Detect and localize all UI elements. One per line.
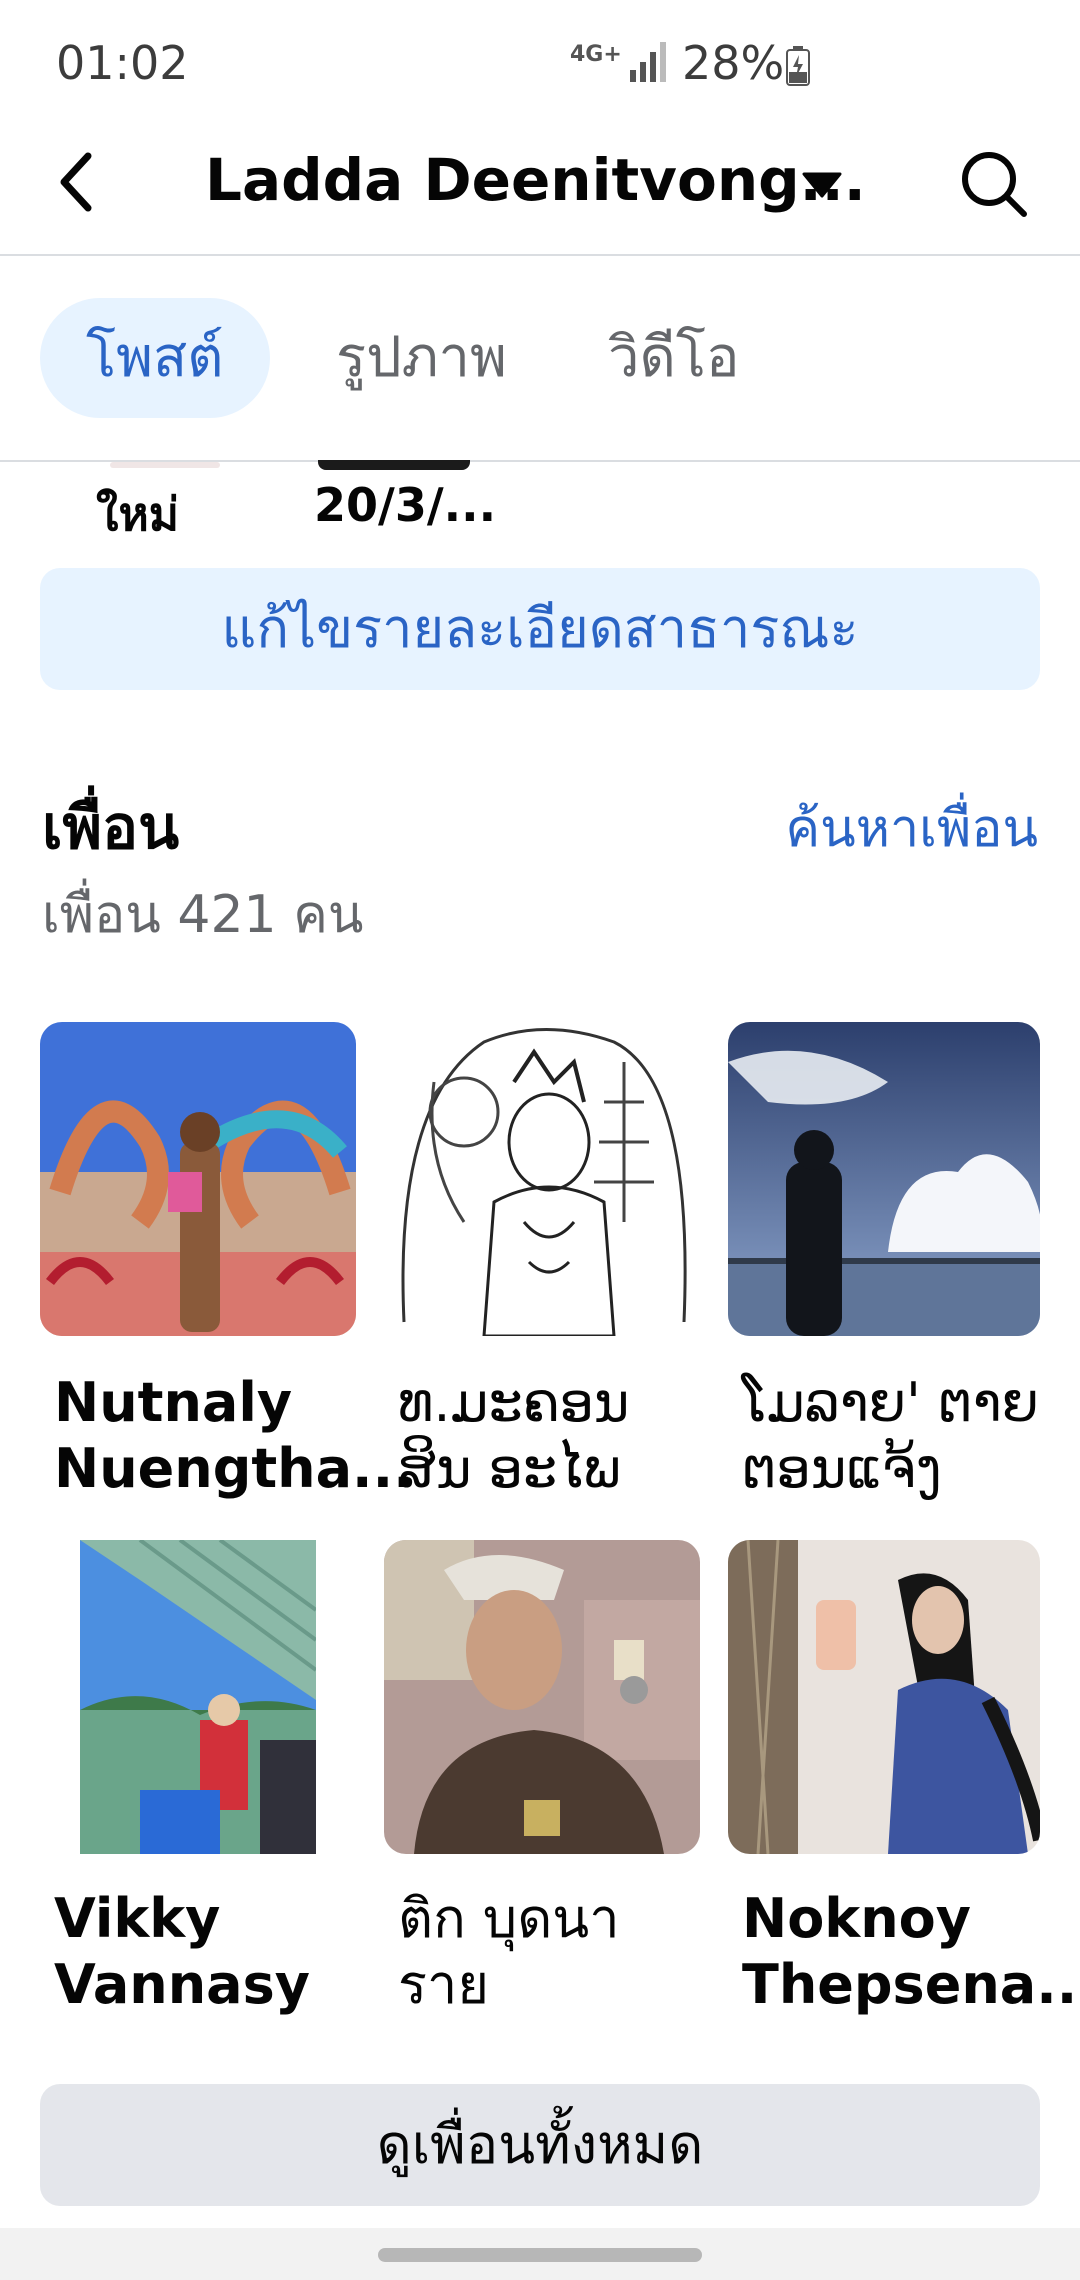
edit-public-details-button[interactable]: แก้ไขรายละเอียดสาธารณะ [40,568,1040,690]
friend-photo-image [384,1022,700,1336]
see-all-friends-button[interactable]: ดูเพื่อนทั้งหมด [40,2084,1040,2206]
tab-photos[interactable]: รูปภาพ [336,298,507,418]
friend-name[interactable]: ໂມລາຍ' ຕາຍ ຕອນແຈ້ງ [742,1370,1042,1502]
friend-photo[interactable] [728,1540,1040,1854]
search-icon[interactable] [958,148,1030,220]
friends-section-title: เพื่อน [42,793,180,863]
friends-count: เพื่อน 421 คน [42,885,364,945]
friend-photo-image [728,1540,1040,1854]
friend-name-line: ສິນ ອະໄພ [398,1437,621,1500]
friend-name-line: ราย [398,1953,489,2016]
highlight-label[interactable]: ใหม่ [96,478,179,551]
friend-name-line: Nuengtha... [54,1437,414,1500]
dropdown-caret-icon[interactable] [800,168,844,200]
friend-name[interactable]: ທ.ມະຄອນ ສິນ ອະໄພ [398,1370,698,1502]
status-time: 01:02 [56,36,189,90]
status-bar: 01:02 4G+ 28% [0,0,1080,120]
friend-photo-image [40,1022,356,1336]
home-indicator[interactable] [378,2248,702,2262]
friend-name-line: Nutnaly [54,1371,293,1434]
friend-name[interactable]: Noknoy Thepsena... [742,1886,1080,2018]
tab-videos[interactable]: วิดีโอ [608,298,740,418]
battery-icon [786,46,810,86]
friend-photo[interactable] [384,1540,700,1854]
friend-photo-image [384,1540,700,1854]
friend-name-line: ติก บุดนา [398,1887,620,1950]
friend-name[interactable]: Nutnaly Nuengtha... [54,1370,414,1502]
friend-name[interactable]: Vikky Vannasy [54,1886,354,2018]
friend-name-line: ໂມລາຍ' ຕາຍ [742,1371,1039,1434]
friend-name-line: ຕອນແຈ້ງ [742,1437,942,1500]
friend-name[interactable]: ติก บุดนา ราย [398,1886,698,2018]
friend-name-line: Vannasy [54,1953,310,2016]
partial-highlight-edge [318,460,470,470]
friend-photo-image [80,1540,316,1854]
friend-photo[interactable] [80,1540,316,1854]
partial-highlight-edge [110,462,220,468]
friend-photo[interactable] [40,1022,356,1336]
profile-name-title[interactable]: Ladda Deenitvong... [205,146,866,214]
friend-name-line: Vikky [54,1887,221,1950]
friend-name-line: Noknoy [742,1887,971,1950]
network-indicator: 4G+ [570,42,622,67]
battery-percent: 28% [682,36,785,90]
friend-name-line: ທ.ມະຄອນ [398,1371,630,1434]
tab-posts[interactable]: โพสต์ [40,298,270,418]
friend-photo[interactable] [384,1022,700,1336]
friend-photo[interactable] [728,1022,1040,1336]
signal-icon [630,42,666,82]
highlight-label[interactable]: 20/3/... [314,478,496,532]
friend-photo-image [728,1022,1040,1336]
friend-name-line: Thepsena... [742,1953,1080,2016]
back-arrow-icon[interactable] [52,144,102,220]
find-friends-link[interactable]: ค้นหาเพื่อน [785,786,1038,869]
